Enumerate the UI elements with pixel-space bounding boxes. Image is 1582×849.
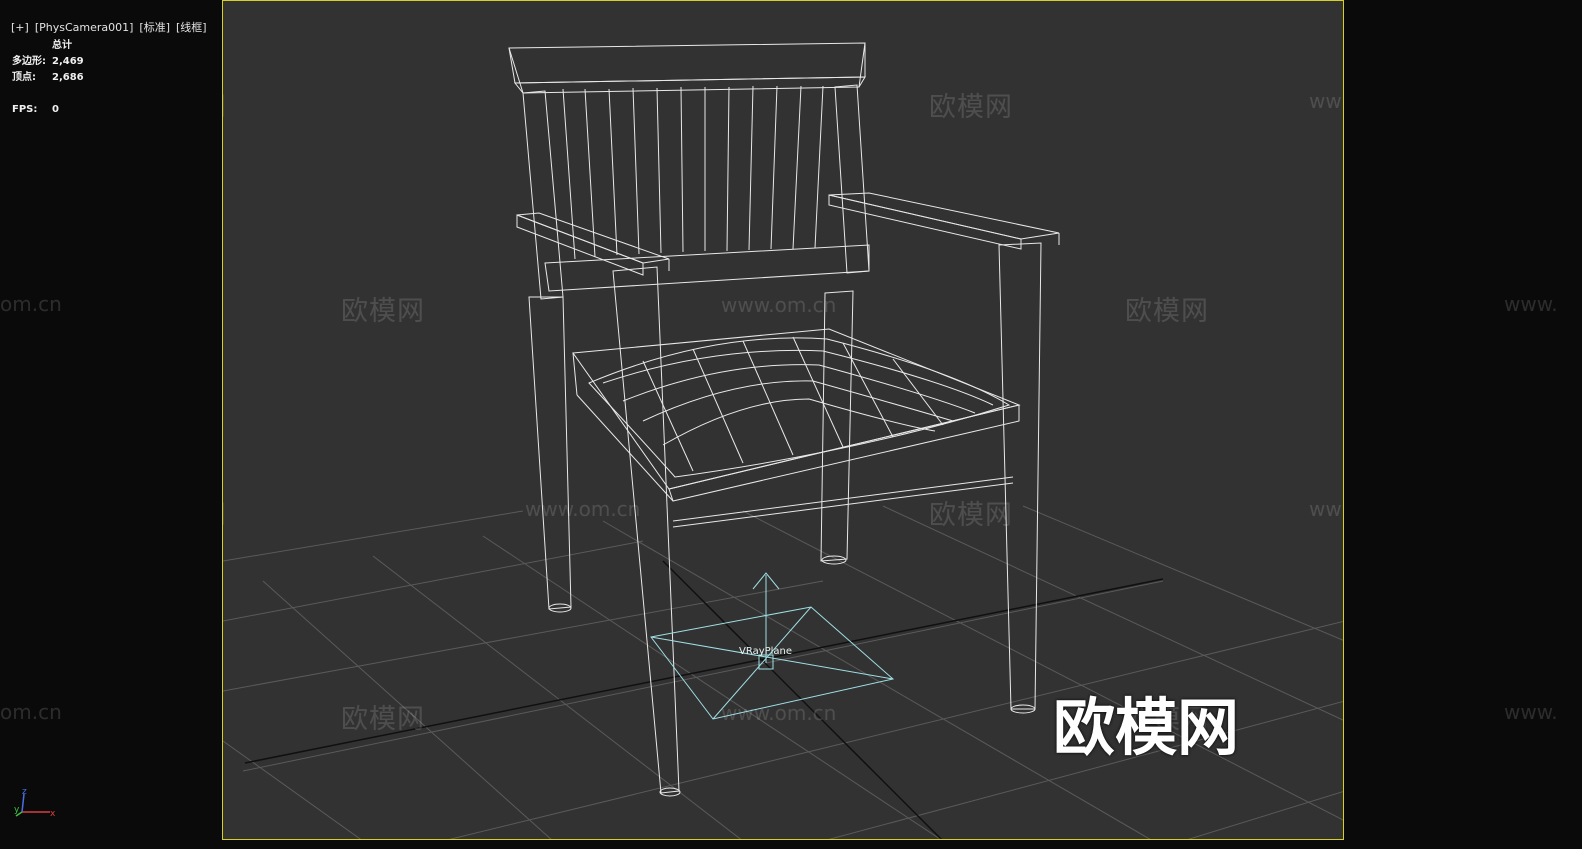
polygons-label: 多边形: bbox=[12, 56, 46, 67]
viewport-camera-menu[interactable]: [PhysCamera001] bbox=[35, 21, 134, 34]
vrayplane-label: VRayPlane bbox=[739, 646, 792, 657]
watermark-url: www.om.cn bbox=[721, 701, 837, 725]
scene-statistics: 总计 多边形: 2,469 顶点: 2,686 FPS: 0 bbox=[12, 38, 84, 118]
stats-header: 总计 bbox=[52, 40, 72, 51]
watermark-cn: 欧模网 bbox=[223, 493, 227, 532]
watermark-logo: 欧模网 bbox=[1052, 691, 1239, 764]
watermark-url: www.om.cn bbox=[525, 497, 641, 521]
axis-z-label: z bbox=[22, 787, 27, 797]
watermark-url: www.om.cn bbox=[1309, 89, 1343, 113]
watermark-url-partial: om.cn bbox=[0, 292, 62, 316]
watermark-url-partial: www. bbox=[1504, 292, 1558, 316]
axis-x-label: x bbox=[50, 809, 56, 819]
watermark-cn: 欧模网 bbox=[341, 296, 425, 327]
watermark-url-partial: om.cn bbox=[0, 700, 62, 724]
watermark-url-partial: www. bbox=[1504, 700, 1558, 724]
watermark-cn: 欧模网 bbox=[1125, 296, 1209, 327]
viewport-label[interactable]: [+] [PhysCamera001] [标准] [线框] bbox=[4, 6, 213, 35]
viewport-shading-preset[interactable]: [标准] bbox=[139, 21, 170, 34]
axis-tripod-icon: x z y bbox=[14, 787, 56, 819]
watermark-cn: 欧模网 bbox=[223, 85, 227, 124]
viewport-display-mode[interactable]: [线框] bbox=[176, 21, 207, 34]
polygons-value: 2,469 bbox=[52, 56, 84, 67]
watermark-url: www.om.cn bbox=[721, 293, 837, 317]
home-grid bbox=[223, 505, 1343, 839]
vertices-value: 2,686 bbox=[52, 72, 84, 83]
watermark-url: www.om.cn bbox=[1309, 497, 1343, 521]
watermark-cn: 欧模网 bbox=[341, 704, 425, 735]
fps-value: 0 bbox=[52, 104, 59, 115]
watermark-cn: 欧模网 bbox=[929, 92, 1013, 123]
watermark-cn: 欧模网 bbox=[929, 500, 1013, 531]
viewport-menu-plus[interactable]: [+] bbox=[11, 21, 29, 34]
axis-y-label: y bbox=[14, 805, 20, 815]
viewport-3d[interactable]: VRayPlane 欧模网 欧模网 www.om.cn 欧模网 www.om.c… bbox=[222, 0, 1344, 840]
fps-label: FPS: bbox=[12, 104, 38, 115]
vertices-label: 顶点: bbox=[12, 72, 36, 83]
